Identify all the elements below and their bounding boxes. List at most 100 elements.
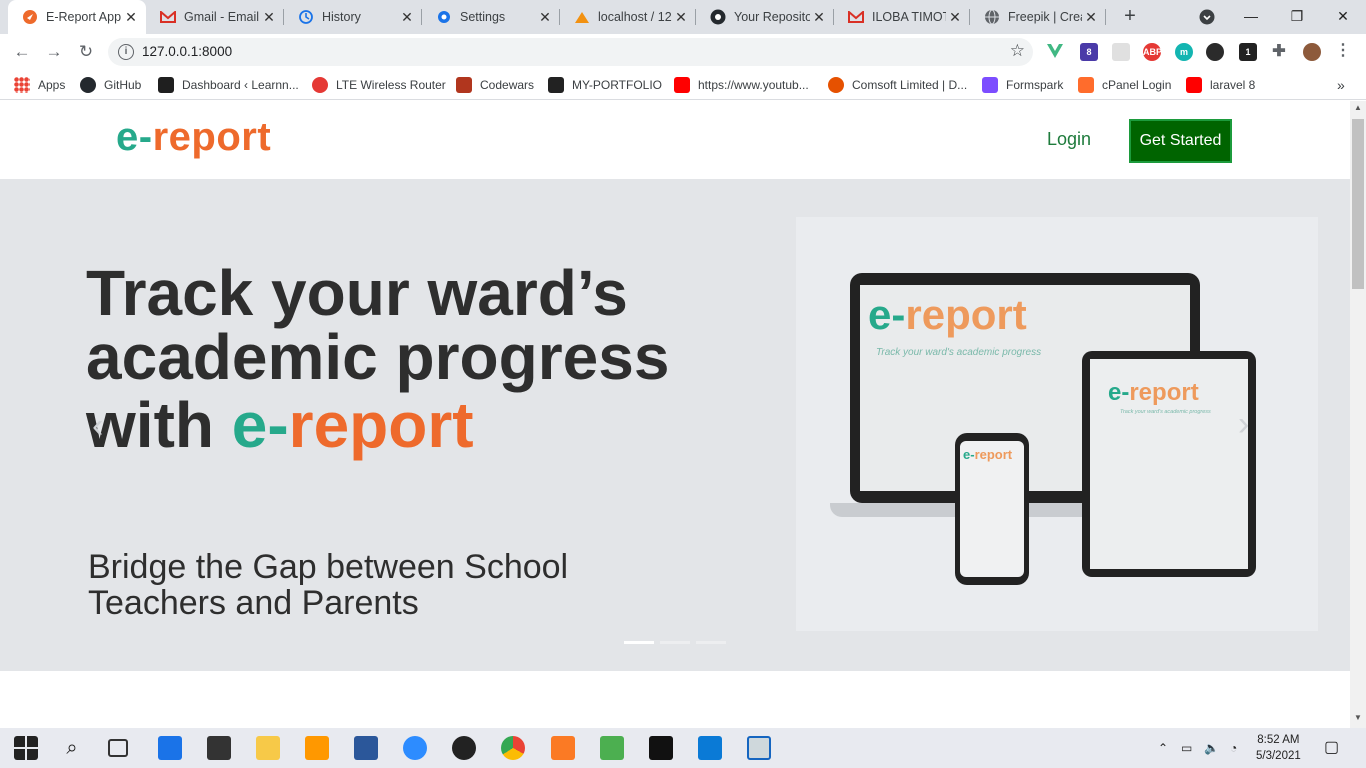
close-window-button[interactable]: ✕ — [1320, 0, 1366, 34]
bookmark-lte-router[interactable]: LTE Wireless Router — [312, 76, 446, 94]
bookmark-label: cPanel Login — [1102, 78, 1172, 92]
scroll-down-icon[interactable]: ▼ — [1350, 713, 1366, 722]
task-view-icon[interactable] — [108, 739, 128, 757]
extension-badge-icon[interactable]: 8 — [1080, 43, 1098, 61]
chevron-down-icon — [1199, 9, 1215, 25]
info-icon[interactable]: i — [118, 44, 134, 60]
tab-ereport[interactable]: E-Report App ✕ — [8, 0, 146, 34]
clock-time: 8:52 AM — [1257, 734, 1300, 746]
vue-devtools-icon[interactable] — [1046, 43, 1064, 61]
inkscape-icon[interactable] — [452, 736, 476, 760]
terminal-icon[interactable] — [649, 736, 673, 760]
scrollbar-thumb[interactable] — [1352, 119, 1364, 289]
word-icon[interactable] — [354, 736, 378, 760]
window-app-icon[interactable] — [747, 736, 771, 760]
page-scrollbar[interactable]: ▲ ▼ — [1350, 101, 1366, 728]
bookmark-portfolio[interactable]: MY-PORTFOLIO — [548, 76, 662, 94]
tab-history[interactable]: History ✕ — [284, 0, 422, 34]
tab-title: E-Report App — [46, 10, 122, 24]
tablet-screen: e-report Track your ward's academic prog… — [1090, 359, 1248, 569]
puzzle-icon[interactable]: ✚ — [1270, 43, 1288, 61]
zoom-icon[interactable] — [403, 736, 427, 760]
bookmark-github[interactable]: GitHub — [80, 76, 141, 94]
address-url[interactable]: 127.0.0.1:8000 — [142, 44, 232, 59]
page-viewport: e-report Login Get Started Track your wa… — [0, 101, 1350, 728]
carousel-prev-icon[interactable]: ‹ — [92, 407, 103, 446]
notification-icon[interactable]: ▢ — [1324, 728, 1339, 768]
site-logo[interactable]: e-report — [116, 115, 271, 160]
close-icon[interactable]: ✕ — [398, 9, 416, 26]
phone-logo: e-report — [963, 447, 1013, 462]
bookmark-label: laravel 8 — [1210, 78, 1256, 92]
close-icon[interactable]: ✕ — [122, 9, 140, 26]
tab-gmail[interactable]: Gmail - Email ✕ — [146, 0, 284, 34]
extension-notify-icon[interactable]: 1 — [1239, 43, 1257, 61]
close-icon[interactable]: ✕ — [260, 9, 278, 26]
xampp-icon[interactable] — [551, 736, 575, 760]
new-tab-button[interactable]: + — [1119, 6, 1141, 28]
bookmark-dashboard[interactable]: Dashboard ‹ Learnn... — [158, 76, 299, 94]
carousel-indicator[interactable] — [624, 641, 654, 644]
image-viewer-icon[interactable] — [600, 736, 624, 760]
battery-icon[interactable]: ▭ — [1181, 728, 1192, 768]
search-icon[interactable]: ⌕ — [60, 736, 84, 760]
tab-search-button[interactable] — [1184, 0, 1230, 34]
close-icon[interactable]: ✕ — [946, 9, 964, 26]
bookmark-youtube[interactable]: https://www.youtub... — [674, 76, 809, 94]
minimize-button[interactable]: — — [1228, 0, 1274, 34]
tab-github[interactable]: Your Reposito ✕ — [696, 0, 834, 34]
forward-button[interactable]: → — [42, 40, 66, 64]
avatar[interactable] — [1303, 43, 1321, 61]
login-link[interactable]: Login — [1047, 129, 1091, 150]
store-icon[interactable] — [207, 736, 231, 760]
close-icon[interactable]: ✕ — [536, 9, 554, 26]
back-button[interactable]: ← — [10, 40, 34, 64]
menu-icon[interactable]: ⋮ — [1334, 43, 1352, 61]
bookmark-laravel[interactable]: laravel 8 — [1186, 76, 1255, 94]
extension-blank-icon[interactable] — [1112, 43, 1130, 61]
mail-icon[interactable] — [158, 736, 182, 760]
tab-settings[interactable]: Settings ✕ — [422, 0, 560, 34]
clock-date: 5/3/2021 — [1256, 750, 1301, 762]
bookmark-codewars[interactable]: Codewars — [456, 76, 534, 94]
bookmark-apps[interactable]: Apps — [14, 76, 65, 94]
taskbar-clock[interactable]: 8:52 AM 5/3/2021 — [1256, 732, 1301, 764]
carousel-next-icon[interactable]: › — [1238, 405, 1249, 444]
github-icon — [710, 9, 726, 25]
carousel-indicator[interactable] — [696, 641, 726, 644]
vscode-icon[interactable] — [698, 736, 722, 760]
browser-tab-bar: E-Report App ✕ Gmail - Email ✕ History ✕… — [0, 0, 1366, 34]
youtube-icon — [1186, 77, 1202, 93]
laptop-tagline: Track your ward's academic progress — [876, 347, 1042, 358]
close-icon[interactable]: ✕ — [810, 9, 828, 26]
windows-start-icon[interactable] — [14, 736, 38, 760]
carousel-indicator[interactable] — [660, 641, 690, 644]
bookmark-comsoft[interactable]: Comsoft Limited | D... — [828, 76, 967, 94]
close-icon[interactable]: ✕ — [672, 9, 690, 26]
chrome-icon[interactable] — [501, 736, 525, 760]
close-icon[interactable]: ✕ — [1082, 9, 1100, 26]
reload-button[interactable]: ↻ — [74, 40, 98, 64]
address-bar[interactable]: i 127.0.0.1:8000 ☆ — [108, 38, 1033, 66]
bookmark-cpanel[interactable]: cPanel Login — [1078, 76, 1171, 94]
bookmark-star-icon[interactable]: ☆ — [1010, 41, 1025, 61]
restore-button[interactable]: ❐ — [1274, 0, 1320, 34]
logo-prefix: e- — [116, 115, 153, 159]
tab-freepik[interactable]: Freepik | Crea ✕ — [970, 0, 1106, 34]
wifi-icon[interactable]: ◔ — [1230, 728, 1237, 768]
adblock-icon[interactable]: ABP — [1143, 43, 1162, 61]
file-explorer-icon[interactable] — [256, 736, 280, 760]
tray-chevron-icon[interactable]: ⌃ — [1158, 728, 1168, 768]
tab-localhost[interactable]: localhost / 12 ✕ — [560, 0, 696, 34]
comsoft-icon — [828, 77, 844, 93]
more-bookmarks-icon[interactable]: » — [1337, 76, 1345, 94]
tab-gmail-2[interactable]: ILOBA TIMOT ✕ — [834, 0, 970, 34]
volume-icon[interactable]: 🔈 — [1204, 728, 1219, 768]
bookmark-formspark[interactable]: Formspark — [982, 76, 1063, 94]
scroll-up-icon[interactable]: ▲ — [1350, 103, 1366, 112]
tab-title: ILOBA TIMOT — [872, 10, 946, 24]
extension-m-icon[interactable]: m — [1175, 43, 1193, 61]
extension-dots-icon[interactable] — [1206, 43, 1224, 61]
get-started-button[interactable]: Get Started — [1129, 119, 1232, 163]
sublime-icon[interactable] — [305, 736, 329, 760]
